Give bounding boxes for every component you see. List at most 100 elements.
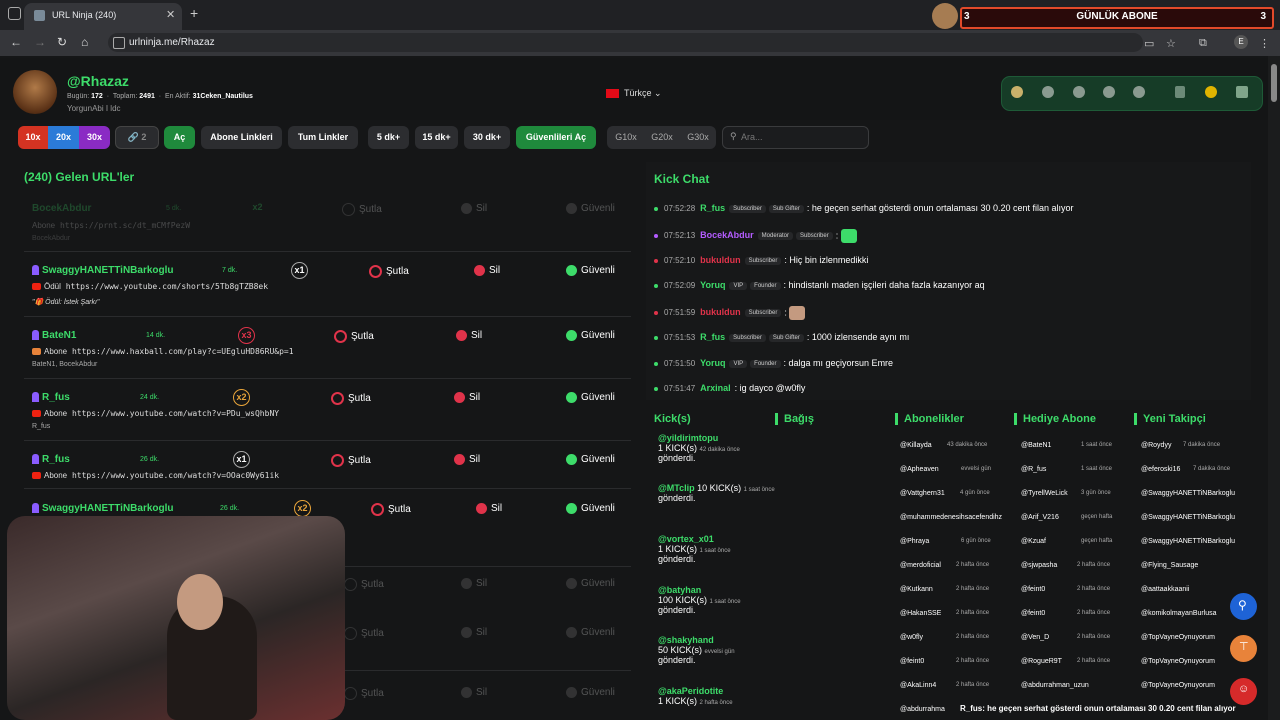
filter-30min-button[interactable]: 30 dk+: [464, 126, 510, 149]
chat-user[interactable]: R_fus: [700, 332, 725, 342]
ban-button[interactable]: Şutla: [371, 503, 411, 516]
twitter-icon[interactable]: [1042, 86, 1054, 98]
kick-user[interactable]: @akaPeridotite: [658, 686, 733, 696]
follower-user[interactable]: @SwaggyHANETTiNBarkoglu: [1141, 490, 1235, 497]
safe-button[interactable]: Güvenli: [566, 687, 615, 698]
safe-button[interactable]: Güvenli: [566, 203, 615, 214]
floating-scroll-top-button[interactable]: ⊤: [1230, 635, 1257, 662]
url-row[interactable]: BocekAbdur 5 dk. x2 Şutla Sil Güvenli Ab…: [24, 200, 631, 250]
delete-button[interactable]: Sil: [461, 203, 487, 214]
kick-user[interactable]: @vortex_x01: [658, 534, 731, 544]
delete-button[interactable]: Sil: [476, 503, 502, 514]
search-input[interactable]: ⚲ Ara...: [722, 126, 869, 149]
chat-user[interactable]: bukuldun: [700, 255, 741, 265]
ban-button[interactable]: Şutla: [334, 330, 374, 343]
sub-user[interactable]: @w0fly: [900, 634, 923, 641]
chat-user[interactable]: Arxinal: [700, 383, 731, 393]
ban-button[interactable]: Şutla: [344, 687, 384, 700]
url-row[interactable]: BateN1 14 dk. x3 Şutla Sil Güvenli Abone…: [24, 327, 631, 377]
filter-20x-button[interactable]: 20x: [48, 126, 79, 149]
gift-user[interactable]: @Ven_D: [1021, 634, 1049, 641]
gift-user[interactable]: @feint0: [1021, 586, 1045, 593]
gift-user[interactable]: @sjwpasha: [1021, 562, 1057, 569]
follower-user[interactable]: @Flying_Sausage: [1141, 562, 1198, 569]
safe-button[interactable]: Güvenli: [566, 265, 615, 276]
safe-30x-button[interactable]: G30x: [681, 126, 715, 149]
url-link[interactable]: Ödül https://www.youtube.com/shorts/5Tb8…: [32, 282, 268, 291]
url-row[interactable]: SwaggyHANETTiNBarkoglu 7 dk. x1 Şutla Si…: [24, 262, 631, 316]
new-tab-icon[interactable]: +: [190, 5, 198, 21]
forward-icon[interactable]: →: [34, 35, 46, 49]
all-links-button[interactable]: Tum Linkler: [288, 126, 358, 149]
language-select[interactable]: Türkçe ⌄: [606, 88, 662, 99]
floating-user-button[interactable]: ☺: [1230, 678, 1257, 705]
sub-user[interactable]: @merdoficial: [900, 562, 941, 569]
kick-user[interactable]: @yildirimtopu: [658, 433, 740, 443]
open-safe-button[interactable]: Güvenlileri Aç: [516, 126, 596, 149]
sub-user[interactable]: @abdurrahma: [900, 706, 945, 713]
sub-user[interactable]: @Killayda: [900, 442, 932, 449]
site-info-icon[interactable]: [113, 37, 125, 49]
filter-5min-button[interactable]: 5 dk+: [368, 126, 409, 149]
filter-15min-button[interactable]: 15 dk+: [415, 126, 458, 149]
delete-button[interactable]: Sil: [454, 392, 480, 403]
gift-user[interactable]: @TyrellWeLick: [1021, 490, 1068, 497]
safe-button[interactable]: Güvenli: [566, 392, 615, 403]
menu-icon[interactable]: ⋮: [1259, 37, 1270, 50]
ban-button[interactable]: Şutla: [344, 578, 384, 591]
address-bar[interactable]: urlninja.me/Rhazaz: [108, 33, 1143, 52]
ban-button[interactable]: Şutla: [342, 203, 382, 216]
sub-user[interactable]: @HakanSSE: [900, 610, 941, 617]
gift-user[interactable]: @RogueR9T: [1021, 658, 1062, 665]
follower-user[interactable]: @eferoski16: [1141, 466, 1180, 473]
chat-user[interactable]: bukuldun: [700, 307, 741, 317]
follower-user[interactable]: @Roydyy: [1141, 442, 1171, 449]
scrollbar-thumb[interactable]: [1271, 64, 1277, 102]
instagram-icon[interactable]: [1073, 86, 1085, 98]
follower-user[interactable]: @TopVayneOynuyorum: [1141, 682, 1215, 689]
follower-user[interactable]: @TopVayneOynuyorum: [1141, 634, 1215, 641]
delete-button[interactable]: Sil: [456, 330, 482, 341]
sub-links-button[interactable]: Abone Linkleri: [201, 126, 282, 149]
url-row[interactable]: R_fus 26 dk. x1 Şutla Sil Güvenli Abone …: [24, 451, 631, 487]
scrollbar[interactable]: [1268, 56, 1280, 720]
safe-button[interactable]: Güvenli: [566, 503, 615, 514]
filter-10x-button[interactable]: 10x: [18, 126, 48, 149]
gift-user[interactable]: @R_fus: [1021, 466, 1046, 473]
sub-user[interactable]: @Vattghern31: [900, 490, 945, 497]
follower-user[interactable]: @TopVayneOynuyorum: [1141, 658, 1215, 665]
link-count-button[interactable]: 🔗 2: [115, 126, 159, 149]
open-button[interactable]: Aç: [164, 126, 195, 149]
sub-user[interactable]: @Apheaven: [900, 466, 939, 473]
close-tab-icon[interactable]: ✕: [166, 8, 175, 21]
url-link[interactable]: Abone https://www.youtube.com/watch?v=PD…: [32, 409, 279, 418]
kick-icon[interactable]: [1133, 86, 1145, 98]
filter-30x-button[interactable]: 30x: [79, 126, 110, 149]
bookmark-star-icon[interactable]: ☆: [1166, 37, 1176, 50]
chat-user[interactable]: BocekAbdur: [700, 230, 754, 240]
follower-user[interactable]: @SwaggyHANETTiNBarkoglu: [1141, 514, 1235, 521]
safe-button[interactable]: Güvenli: [566, 627, 615, 638]
delete-button[interactable]: Sil: [461, 627, 487, 638]
tab-search-icon[interactable]: [8, 7, 21, 20]
sub-user[interactable]: @feint0: [900, 658, 924, 665]
safe-button[interactable]: Güvenli: [566, 578, 615, 589]
cast-off-icon[interactable]: ▭: [1144, 37, 1154, 50]
logout-icon[interactable]: [1236, 86, 1248, 98]
sub-user[interactable]: @muhammedenesihsacefendihz: [900, 514, 1002, 521]
safe-button[interactable]: Güvenli: [566, 330, 615, 341]
home-icon[interactable]: ⌂: [81, 35, 88, 49]
url-row[interactable]: R_fus 24 dk. x2 Şutla Sil Güvenli Abone …: [24, 389, 631, 439]
chat-user[interactable]: R_fus: [700, 203, 725, 213]
chat-user[interactable]: Yoruq: [700, 280, 725, 290]
gift-user[interactable]: @feint0: [1021, 610, 1045, 617]
url-link[interactable]: Abone https://prnt.sc/dt_mCMfPezW: [32, 221, 190, 230]
follower-user[interactable]: @aattaakkaanii: [1141, 586, 1189, 593]
pause-icon[interactable]: [1205, 86, 1217, 98]
safe-10x-button[interactable]: G10x: [609, 126, 643, 149]
chat-user[interactable]: Yoruq: [700, 358, 725, 368]
profile-avatar[interactable]: E: [1234, 35, 1248, 49]
reload-icon[interactable]: ↻: [57, 35, 67, 49]
discord-icon[interactable]: [1103, 86, 1115, 98]
ban-button[interactable]: Şutla: [331, 392, 371, 405]
